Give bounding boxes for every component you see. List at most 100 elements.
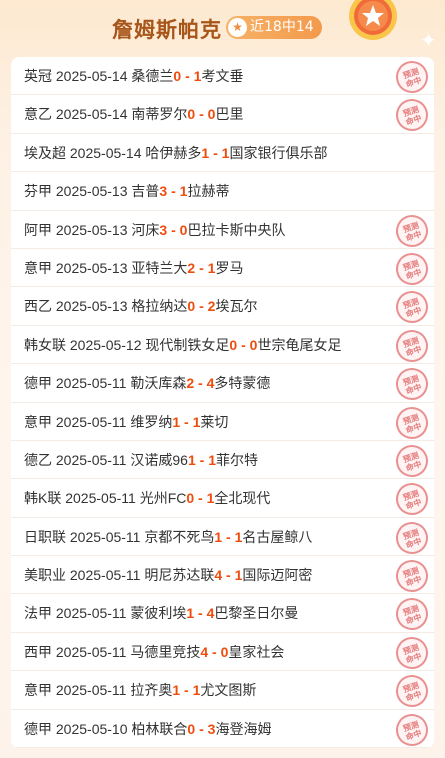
away-team: 名古屋鲸八 — [242, 528, 313, 545]
score-separator: - — [222, 528, 235, 545]
home-score: 0 — [186, 490, 195, 507]
score-separator: - — [237, 336, 250, 353]
match-date: 2025-05-13 — [55, 221, 132, 238]
away-team: 巴拉卡斯中央队 — [187, 221, 286, 238]
match-row[interactable]: 韩K联 2025-05-11 光州FC0 - 1全北现代 预测 命中 — [11, 479, 434, 520]
away-team: 拉赫蒂 — [187, 183, 230, 200]
away-team: 皇家社会 — [228, 643, 285, 660]
match-row[interactable]: 阿甲 2025-05-13 河床3 - 0巴拉卡斯中央队 预测 命中 — [11, 210, 434, 251]
prediction-list: 英冠 2025-05-14 桑德兰0 - 1考文垂 预测 命中 意乙 2025-05-… — [11, 57, 434, 748]
match-row[interactable]: 意甲 2025-05-13 亚特兰大2 - 1罗马 预测 命中 — [11, 248, 434, 290]
score-separator: - — [195, 451, 209, 468]
score-separator: - — [209, 144, 222, 161]
match-row[interactable]: 德乙 2025-05-11 汉诺威961 - 1菲尔特 预测 命中 — [11, 440, 434, 482]
away-team: 巴黎圣日尔曼 — [214, 605, 299, 622]
match-text: 法甲 2025-05-11 蒙彼利埃1 - 4巴黎圣日尔曼 — [24, 603, 298, 623]
match-text: 芬甲 2025-05-13 吉普3 - 1拉赫蒂 — [24, 181, 229, 201]
header: 詹姆斯帕克 ★ 近18中14 ✦ — [0, 0, 445, 58]
prediction-hit-stamp: 预测 命中 — [391, 594, 433, 635]
prediction-hit-stamp: 预测 命中 — [391, 325, 433, 366]
league-name: 意乙 — [24, 106, 56, 123]
match-row[interactable]: 德甲 2025-05-11 勒沃库森2 - 4多特蒙德 预测 命中 — [11, 363, 434, 405]
league-name: 韩K联 — [24, 490, 66, 507]
match-date: 2025-05-11 — [65, 490, 140, 507]
league-name: 英冠 — [24, 68, 56, 84]
league-name: 德乙 — [24, 451, 56, 468]
home-team: 吉普 — [131, 183, 160, 200]
score-separator: - — [208, 643, 221, 660]
league-name: 西甲 — [24, 643, 56, 660]
score-separator: - — [180, 682, 193, 699]
match-date: 2025-05-13 — [55, 298, 132, 315]
prediction-hit-stamp: 预测 命中 — [391, 95, 433, 136]
away-team: 多特蒙德 — [214, 375, 271, 392]
match-text: 德甲 2025-05-11 勒沃库森2 - 4多特蒙德 — [24, 373, 270, 393]
match-row[interactable]: 意乙 2025-05-14 南蒂罗尔0 - 0巴里 预测 命中 — [11, 95, 434, 136]
match-date: 2025-05-12 — [69, 336, 146, 353]
away-team: 罗马 — [215, 259, 244, 276]
match-date: 2025-05-14 — [69, 144, 146, 161]
home-score: 1 — [187, 451, 196, 468]
prediction-hit-stamp: 预测 命中 — [391, 517, 433, 558]
record-text: 近18中14 — [250, 19, 314, 35]
match-row[interactable]: 美职业 2025-05-11 明尼苏达联4 - 1国际迈阿密 预测 命中 — [11, 555, 434, 597]
match-date: 2025-05-11 — [55, 451, 131, 468]
home-score: 4 — [214, 567, 223, 584]
match-row[interactable]: 埃及超 2025-05-14 哈伊赫多1 - 1国家银行俱乐部 — [11, 134, 434, 173]
score-separator: - — [194, 605, 207, 622]
match-text: 意甲 2025-05-11 拉齐奥1 - 1尤文图斯 — [24, 680, 256, 700]
score-separator: - — [181, 68, 194, 84]
match-text: 意甲 2025-05-13 亚特兰大2 - 1罗马 — [24, 258, 243, 278]
league-name: 德甲 — [24, 375, 56, 392]
star-icon: ★ — [228, 18, 247, 37]
match-text: 意乙 2025-05-14 南蒂罗尔0 - 0巴里 — [24, 104, 243, 124]
match-row[interactable]: 日职联 2025-05-11 京都不死鸟1 - 1名古屋鲸八 预测 命中 — [11, 517, 434, 558]
match-row[interactable]: 芬甲 2025-05-13 吉普3 - 1拉赫蒂 — [11, 172, 434, 211]
home-score: 1 — [172, 413, 181, 430]
away-team: 世宗龟尾女足 — [257, 336, 342, 353]
league-name: 西乙 — [24, 298, 56, 315]
league-name: 德甲 — [24, 720, 56, 737]
league-name: 阿甲 — [24, 221, 56, 238]
match-row[interactable]: 法甲 2025-05-11 蒙彼利埃1 - 4巴黎圣日尔曼 预测 命中 — [11, 594, 434, 635]
match-text: 英冠 2025-05-14 桑德兰0 - 1考文垂 — [24, 66, 243, 86]
score-separator: - — [180, 413, 193, 430]
prediction-hit-stamp: 预测 命中 — [391, 632, 433, 674]
home-score: 2 — [186, 375, 195, 392]
match-row[interactable]: 德甲 2025-05-10 柏林联合0 - 3海登海姆 预测 命中 — [11, 709, 434, 748]
match-row[interactable]: 意甲 2025-05-11 拉齐奥1 - 1尤文图斯 预测 命中 — [11, 671, 434, 712]
match-date: 2025-05-13 — [55, 183, 132, 200]
home-score: 1 — [172, 682, 181, 699]
match-text: 日职联 2025-05-11 京都不死鸟1 - 1名古屋鲸八 — [24, 527, 312, 547]
score-separator: - — [195, 298, 208, 315]
away-team: 国家银行俱乐部 — [229, 144, 328, 161]
prediction-hit-stamp: 预测 命中 — [391, 248, 433, 290]
match-row[interactable]: 意甲 2025-05-11 维罗纳1 - 1莱切 预测 命中 — [11, 402, 434, 443]
match-text: 德甲 2025-05-10 柏林联合0 - 3海登海姆 — [24, 719, 271, 739]
home-team: 勒沃库森 — [130, 375, 187, 392]
match-date: 2025-05-14 — [55, 106, 132, 123]
match-row[interactable]: 西甲 2025-05-11 马德里竞技4 - 0皇家社会 预测 命中 — [11, 632, 434, 674]
home-team: 光州FC — [139, 490, 187, 507]
match-row[interactable]: 西乙 2025-05-13 格拉纳达0 - 2埃瓦尔 预测 命中 — [11, 287, 434, 328]
match-date: 2025-05-11 — [69, 567, 145, 584]
home-team: 维罗纳 — [130, 413, 173, 430]
home-team: 马德里竞技 — [130, 643, 201, 660]
prediction-hit-stamp: 预测 命中 — [391, 555, 433, 597]
away-team: 菲尔特 — [215, 451, 258, 468]
match-row[interactable]: 韩女联 2025-05-12 现代制铁女足0 - 0世宗龟尾女足 预测 命中 — [11, 325, 434, 366]
league-name: 芬甲 — [24, 183, 56, 200]
prediction-hit-stamp: 预测 命中 — [391, 57, 433, 98]
prediction-hit-stamp: 预测 命中 — [391, 440, 433, 482]
away-score: 1 — [208, 451, 216, 468]
away-team: 莱切 — [200, 413, 229, 430]
match-date: 2025-05-10 — [55, 720, 132, 737]
match-row[interactable]: 英冠 2025-05-14 桑德兰0 - 1考文垂 预测 命中 — [11, 57, 434, 98]
match-text: 西甲 2025-05-11 马德里竞技4 - 0皇家社会 — [24, 642, 284, 662]
home-team: 汉诺威96 — [130, 451, 188, 468]
home-team: 拉齐奥 — [130, 682, 173, 699]
score-separator: - — [194, 490, 207, 507]
home-team: 现代制铁女足 — [145, 336, 230, 353]
match-date: 2025-05-13 — [55, 259, 132, 276]
match-text: 埃及超 2025-05-14 哈伊赫多1 - 1国家银行俱乐部 — [24, 143, 327, 163]
